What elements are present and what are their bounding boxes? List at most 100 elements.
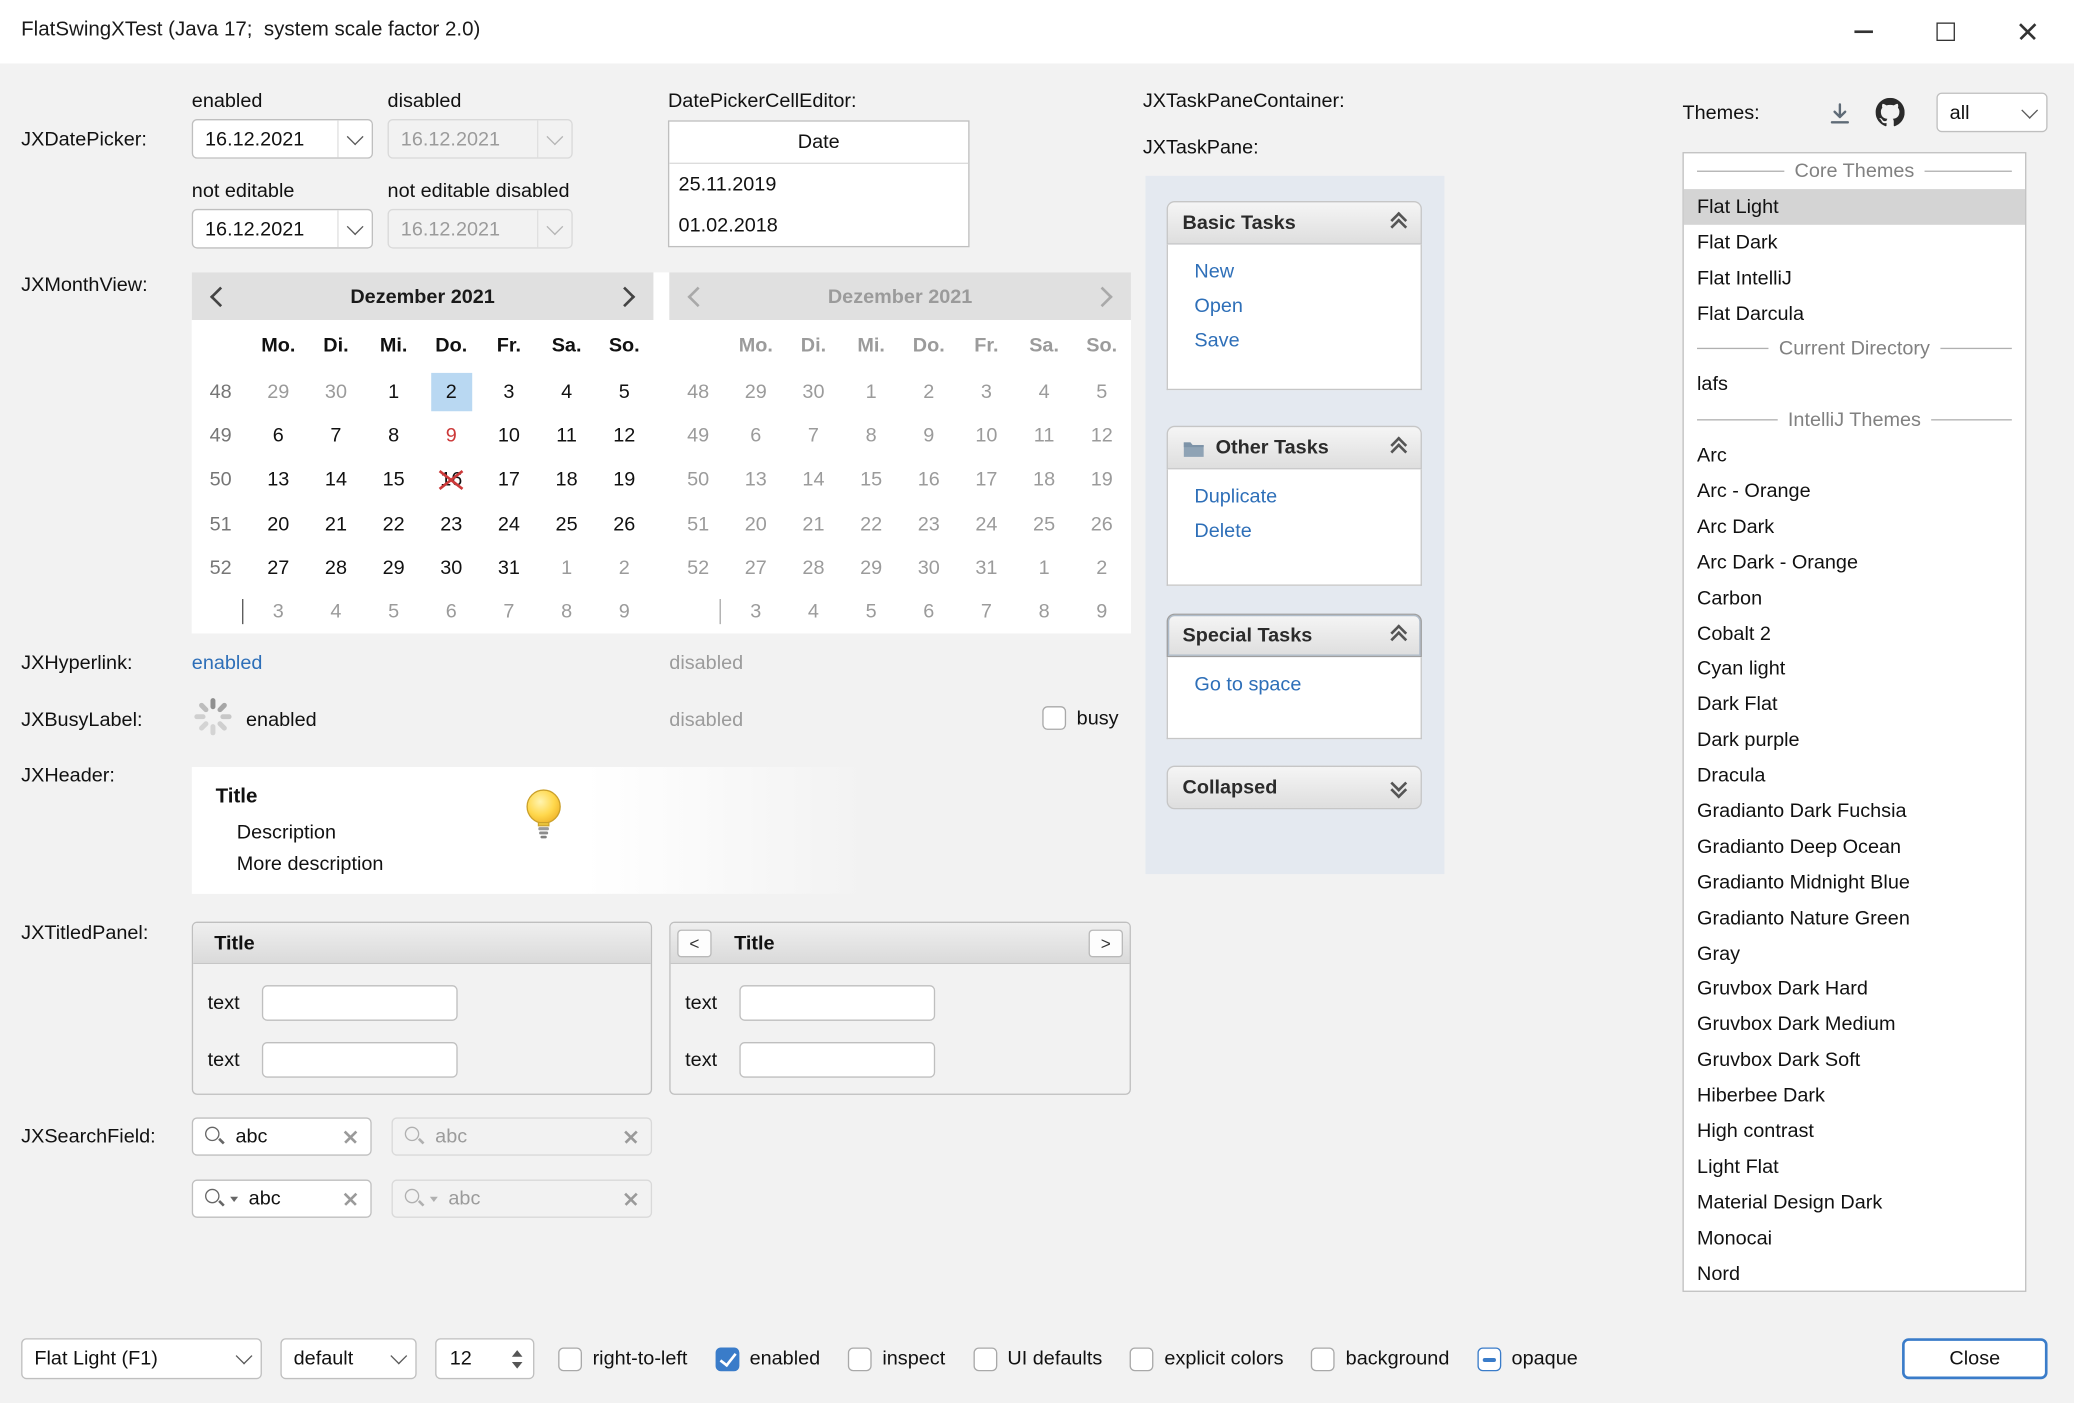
day-cell[interactable]: 15 — [365, 458, 423, 502]
day-cell[interactable]: 2 — [422, 370, 480, 414]
theme-list-item[interactable]: Carbon — [1684, 580, 2025, 616]
theme-list-item[interactable]: Current Directory — [1684, 331, 2025, 367]
checkbox-box[interactable] — [973, 1347, 997, 1371]
day-cell[interactable]: 2 — [595, 546, 653, 590]
text-field[interactable] — [262, 1042, 458, 1078]
day-cell[interactable]: 51 — [192, 502, 250, 546]
day-cell[interactable]: 8 — [538, 590, 596, 634]
day-cell[interactable]: 29 — [365, 546, 423, 590]
theme-list-item[interactable]: Arc Dark - Orange — [1684, 545, 2025, 581]
day-cell[interactable]: 27 — [249, 546, 307, 590]
combo-dropdown-button[interactable] — [382, 1340, 415, 1378]
option-checkbox[interactable]: UI defaults — [973, 1347, 1102, 1371]
task-link-go-to-space[interactable]: Go to space — [1194, 673, 1394, 695]
day-cell[interactable]: 10 — [480, 414, 538, 458]
day-cell[interactable]: 16 — [422, 458, 480, 502]
day-cell[interactable]: 25 — [538, 502, 596, 546]
table-row[interactable]: 01.02.2018 — [669, 205, 968, 246]
day-cell[interactable]: 29 — [249, 370, 307, 414]
day-cell[interactable]: 24 — [480, 502, 538, 546]
spinner-up-button[interactable] — [512, 1349, 523, 1356]
theme-list-item[interactable]: Arc — [1684, 438, 2025, 474]
day-cell[interactable]: 19 — [595, 458, 653, 502]
theme-list-item[interactable]: Gradianto Nature Green — [1684, 900, 2025, 936]
theme-list-item[interactable]: Monocai — [1684, 1220, 2025, 1256]
checkbox-box[interactable] — [1130, 1347, 1154, 1371]
day-cell[interactable]: 6 — [249, 414, 307, 458]
laf-combo[interactable]: Flat Light (F1) — [21, 1338, 262, 1379]
theme-list-item[interactable]: Nord — [1684, 1256, 2025, 1292]
day-cell[interactable]: 1 — [365, 370, 423, 414]
task-link-open[interactable]: Open — [1194, 295, 1394, 317]
day-cell[interactable]: 6 — [422, 590, 480, 634]
theme-list-item[interactable]: Core Themes — [1684, 153, 2025, 189]
close-button[interactable] — [1987, 0, 2069, 63]
theme-list-item[interactable]: Gruvbox Dark Medium — [1684, 1007, 2025, 1043]
day-cell[interactable]: 49 — [192, 414, 250, 458]
theme-list-item[interactable]: Cobalt 2 — [1684, 616, 2025, 652]
theme-list-item[interactable]: Flat Dark — [1684, 225, 2025, 261]
clear-search-button[interactable] — [344, 1191, 359, 1206]
combo-dropdown-button[interactable] — [2013, 94, 2046, 131]
busy-checkbox[interactable]: busy — [1042, 706, 1118, 730]
hyperlink-enabled[interactable]: enabled — [192, 652, 263, 674]
option-checkbox[interactable]: right-to-left — [558, 1347, 687, 1371]
day-cell[interactable]: 52 — [192, 546, 250, 590]
option-checkbox[interactable]: enabled — [715, 1347, 820, 1371]
font-size-value[interactable]: 12 — [436, 1347, 501, 1369]
previous-button[interactable]: < — [677, 929, 711, 957]
close-dialog-button[interactable]: Close — [1902, 1338, 2047, 1379]
day-cell[interactable]: 26 — [595, 502, 653, 546]
day-cell[interactable]: 3 — [480, 370, 538, 414]
day-cell[interactable]: 28 — [307, 546, 365, 590]
theme-list-item[interactable]: Arc Dark — [1684, 509, 2025, 545]
theme-list-item[interactable]: Dark Flat — [1684, 687, 2025, 723]
option-checkbox[interactable]: inspect — [848, 1347, 945, 1371]
theme-list-item[interactable]: IntelliJ Themes — [1684, 402, 2025, 438]
checkbox-box[interactable] — [1311, 1347, 1335, 1371]
next-button[interactable]: > — [1089, 929, 1123, 957]
taskpane-header[interactable]: Basic Tasks — [1167, 201, 1422, 245]
day-cell[interactable]: 48 — [192, 370, 250, 414]
search-field-with-menu[interactable]: abc — [192, 1180, 372, 1218]
day-cell[interactable]: 30 — [307, 370, 365, 414]
clear-search-button[interactable] — [344, 1129, 359, 1144]
theme-list-item[interactable]: Material Design Dark — [1684, 1185, 2025, 1221]
text-field[interactable] — [739, 985, 935, 1021]
day-cell[interactable] — [192, 590, 250, 634]
day-cell[interactable]: 31 — [480, 546, 538, 590]
task-link-delete[interactable]: Delete — [1194, 520, 1394, 542]
datepicker-not-editable[interactable]: 16.12.2021 — [192, 209, 373, 249]
theme-list-item[interactable]: Gruvbox Dark Soft — [1684, 1042, 2025, 1078]
datepicker-value[interactable]: 16.12.2021 — [193, 128, 337, 150]
themes-filter-combo[interactable]: all — [1936, 93, 2047, 133]
checkbox-box[interactable] — [715, 1347, 739, 1371]
theme-list-item[interactable]: Dracula — [1684, 758, 2025, 794]
day-cell[interactable]: 23 — [422, 502, 480, 546]
next-month-button[interactable] — [615, 286, 636, 307]
search-input[interactable]: abc — [249, 1187, 334, 1209]
day-cell[interactable]: 50 — [192, 458, 250, 502]
theme-list-item[interactable]: Gradianto Deep Ocean — [1684, 829, 2025, 865]
day-cell[interactable]: 22 — [365, 502, 423, 546]
day-cell[interactable]: 4 — [538, 370, 596, 414]
option-checkbox[interactable]: opaque — [1477, 1347, 1578, 1371]
day-cell[interactable]: 4 — [307, 590, 365, 634]
day-cell[interactable]: 1 — [538, 546, 596, 590]
day-cell[interactable]: 14 — [307, 458, 365, 502]
theme-list-item[interactable]: Flat Darcula — [1684, 296, 2025, 332]
minimize-button[interactable] — [1823, 0, 1905, 63]
theme-list-item[interactable]: Hiberbee Dark — [1684, 1078, 2025, 1114]
taskpane-header[interactable]: Special Tasks — [1167, 614, 1422, 658]
theme-list-item[interactable]: Flat Light — [1684, 189, 2025, 225]
theme-list-item[interactable]: Flat IntelliJ — [1684, 260, 2025, 296]
taskpane-header[interactable]: Other Tasks — [1167, 426, 1422, 470]
day-cell[interactable]: 20 — [249, 502, 307, 546]
search-input[interactable]: abc — [235, 1125, 333, 1147]
theme-list-item[interactable]: Arc - Orange — [1684, 473, 2025, 509]
theme-list-item[interactable]: Gradianto Dark Fuchsia — [1684, 793, 2025, 829]
text-field[interactable] — [739, 1042, 935, 1078]
github-button[interactable] — [1873, 95, 1907, 129]
checkbox-box[interactable] — [1477, 1347, 1501, 1371]
theme-list-item[interactable]: Light Flat — [1684, 1149, 2025, 1185]
